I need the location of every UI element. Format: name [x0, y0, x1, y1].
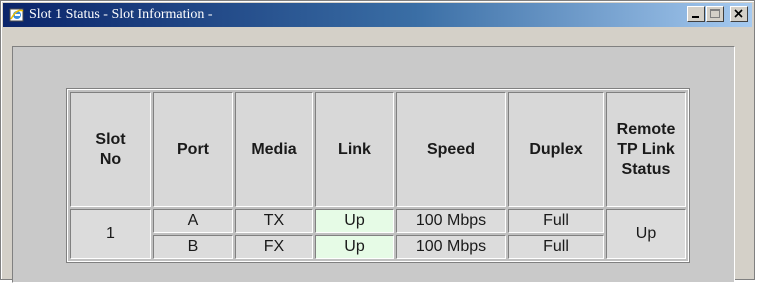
cell-duplex: Full — [508, 235, 604, 259]
window-title: Slot 1 Status - Slot Information - — [29, 7, 213, 22]
header-remote-tp-link-status: Remote TP Link Status — [606, 92, 686, 207]
header-media: Media — [235, 92, 313, 207]
table-row: 1 A TX Up 100 Mbps Full Up — [70, 209, 686, 259]
cell-link-status: Up — [315, 209, 394, 233]
cell-speed: 100 Mbps — [396, 235, 506, 259]
cell-link-status: Up — [315, 235, 394, 259]
slot-info-panel: Slot No Port Media Link Speed Duplex Rem… — [12, 46, 735, 283]
table-row: B FX Up 100 Mbps Full — [70, 235, 686, 259]
cell-port: A — [153, 209, 233, 233]
header-port: Port — [153, 92, 233, 207]
header-speed: Speed — [396, 92, 506, 207]
cell-slot-no: 1 — [70, 209, 151, 259]
cell-remote-tp-link-status: Up — [606, 209, 686, 259]
header-duplex: Duplex — [508, 92, 604, 207]
table-header-row: Slot No Port Media Link Speed Duplex Rem… — [70, 92, 686, 207]
internet-explorer-icon — [9, 7, 25, 23]
header-link: Link — [315, 92, 394, 207]
window-content: Slot No Port Media Link Speed Duplex Rem… — [3, 28, 752, 283]
minimize-button[interactable] — [687, 6, 705, 22]
cell-media: FX — [235, 235, 313, 259]
minimize-icon — [692, 16, 699, 18]
header-slot-no: Slot No — [70, 92, 151, 207]
cell-speed: 100 Mbps — [396, 209, 506, 233]
cell-duplex: Full — [508, 209, 604, 233]
maximize-icon — [710, 9, 720, 18]
close-button[interactable] — [730, 6, 748, 22]
title-bar[interactable]: Slot 1 Status - Slot Information - — [3, 3, 752, 27]
close-icon — [734, 9, 743, 18]
cell-port: B — [153, 235, 233, 259]
maximize-button[interactable] — [706, 6, 724, 22]
cell-media: TX — [235, 209, 313, 233]
slot-status-table: Slot No Port Media Link Speed Duplex Rem… — [66, 88, 690, 263]
slot-status-window: Slot 1 Status - Slot Information - Slot — [0, 0, 755, 283]
